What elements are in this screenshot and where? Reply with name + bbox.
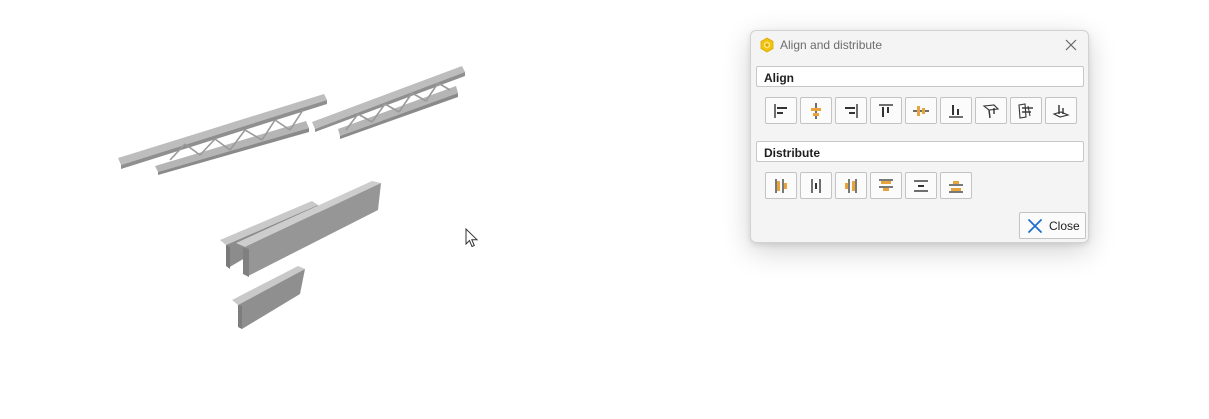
distribute-horizontal-center-icon	[811, 178, 821, 193]
align-top-icon	[879, 103, 893, 117]
align-plane-3d-button[interactable]	[975, 97, 1007, 124]
align-center-horizontal-icon	[811, 102, 821, 119]
3d-viewport[interactable]	[0, 0, 740, 414]
align-center-horizontal-button[interactable]	[800, 97, 832, 124]
dialog-titlebar[interactable]: Align and distribute	[751, 31, 1088, 59]
i-beam-member-3[interactable]	[232, 266, 305, 329]
distribute-vertical-center-icon	[914, 179, 928, 192]
align-depth-3d-icon	[1018, 102, 1033, 119]
align-distribute-dialog: Align and distribute Align Distribute Cl…	[750, 30, 1089, 243]
align-depth-3d-button[interactable]	[1010, 97, 1042, 124]
distribute-bottom-button[interactable]	[940, 172, 972, 199]
truss-member-2[interactable]	[312, 66, 465, 139]
dialog-title: Align and distribute	[780, 38, 883, 52]
close-button[interactable]: Close	[1019, 212, 1086, 239]
close-x-icon	[1028, 218, 1042, 233]
distribute-left-icon	[775, 178, 787, 193]
align-middle-vertical-icon	[913, 105, 929, 116]
align-top-button[interactable]	[870, 97, 902, 124]
align-left-button[interactable]	[765, 97, 797, 124]
align-middle-vertical-button[interactable]	[905, 97, 937, 124]
distribute-horizontal-center-button[interactable]	[800, 172, 832, 199]
close-window-button[interactable]	[1060, 34, 1082, 56]
align-surface-3d-icon	[1052, 104, 1070, 118]
align-right-icon	[845, 103, 858, 118]
truss-member-1[interactable]	[118, 94, 327, 175]
distribute-vertical-center-button[interactable]	[905, 172, 937, 199]
align-surface-3d-button[interactable]	[1045, 97, 1077, 124]
align-bottom-button[interactable]	[940, 97, 972, 124]
distribute-button-row	[765, 172, 972, 199]
align-plane-3d-icon	[982, 103, 1000, 118]
app-logo-icon	[759, 37, 775, 53]
distribute-right-button[interactable]	[835, 172, 867, 199]
close-button-label: Close	[1049, 218, 1080, 233]
close-icon	[1065, 39, 1077, 51]
distribute-bottom-icon	[949, 180, 963, 193]
align-section-header: Align	[756, 66, 1084, 87]
align-left-icon	[774, 103, 787, 118]
align-bottom-icon	[949, 104, 963, 118]
distribute-right-icon	[845, 178, 857, 193]
distribute-top-button[interactable]	[870, 172, 902, 199]
distribute-top-icon	[879, 178, 893, 191]
mouse-cursor-icon	[465, 227, 479, 248]
align-right-button[interactable]	[835, 97, 867, 124]
distribute-section-header: Distribute	[756, 141, 1084, 162]
distribute-left-button[interactable]	[765, 172, 797, 199]
align-button-row	[765, 97, 1077, 124]
